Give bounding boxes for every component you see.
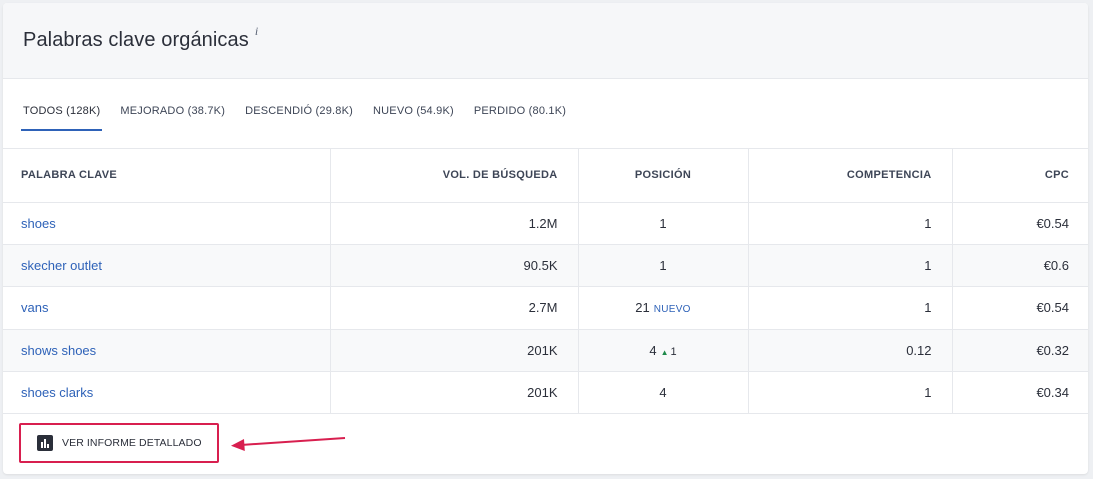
- info-icon[interactable]: i: [255, 24, 258, 39]
- cpc-cell: €0.54: [951, 286, 1088, 330]
- position-value: 21: [635, 300, 650, 316]
- view-report-label: VER INFORME DETALLADO: [62, 437, 202, 450]
- volume-cell: 90.5K: [329, 244, 578, 288]
- annotation-arrow-icon: [231, 437, 346, 452]
- tab-mejorado[interactable]: MEJORADO (38.7K): [118, 105, 227, 129]
- position-value: 1: [659, 258, 667, 274]
- header-keyword[interactable]: PALABRA CLAVE: [3, 149, 330, 203]
- position-change: 1: [670, 345, 677, 358]
- competition-cell: 1: [747, 286, 952, 330]
- table-row: shows shoes 201K 4 ▲ 1 0.12 €0.32: [3, 329, 1088, 373]
- volume-cell: 201K: [329, 329, 578, 373]
- volume-cell: 1.2M: [329, 202, 578, 245]
- position-cell: 4 ▲ 1: [577, 329, 748, 373]
- keyword-cell: shoes clarks: [3, 371, 330, 415]
- cpc-cell: €0.6: [951, 244, 1088, 288]
- header-volume[interactable]: VOL. DE BÚSQUEDA: [329, 149, 578, 203]
- position-cell: 1: [577, 244, 748, 288]
- header-competition[interactable]: COMPETENCIA: [747, 149, 952, 203]
- competition-cell: 1: [747, 244, 952, 288]
- new-badge: NUEVO: [653, 304, 691, 316]
- position-value: 4: [649, 342, 657, 358]
- card-footer: VER INFORME DETALLADO: [3, 414, 1088, 472]
- table-row: vans 2.7M 21 NUEVO 1 €0.54: [3, 286, 1088, 330]
- competition-cell: 0.12: [747, 329, 952, 373]
- header-cpc[interactable]: CPC: [951, 149, 1088, 203]
- position-cell: 1: [577, 202, 748, 245]
- table-row: shoes 1.2M 1 1 €0.54: [3, 202, 1088, 245]
- position-value: 4: [659, 385, 667, 401]
- position-value: 1: [659, 215, 667, 231]
- competition-cell: 1: [747, 202, 952, 245]
- table-row: skecher outlet 90.5K 1 1 €0.6: [3, 244, 1088, 288]
- volume-cell: 2.7M: [329, 286, 578, 330]
- competition-cell: 1: [747, 371, 952, 415]
- organic-keywords-card: Palabras clave orgánicas i TODOS (128K) …: [3, 3, 1088, 474]
- position-cell: 4: [577, 371, 748, 415]
- keyword-cell: vans: [3, 286, 330, 330]
- bar-chart-icon: [37, 435, 53, 452]
- keyword-cell: shows shoes: [3, 329, 330, 373]
- tab-descendio[interactable]: DESCENDIÓ (29.8K): [243, 105, 355, 129]
- keyword-link[interactable]: shoes: [21, 216, 56, 231]
- position-cell: 21 NUEVO: [577, 286, 748, 330]
- tab-todos[interactable]: TODOS (128K): [21, 105, 103, 131]
- cpc-cell: €0.32: [951, 329, 1088, 373]
- keyword-cell: skecher outlet: [3, 244, 330, 288]
- card-header: Palabras clave orgánicas i: [3, 3, 1088, 79]
- keywords-table: PALABRA CLAVE VOL. DE BÚSQUEDA POSICIÓN …: [3, 149, 1088, 415]
- keyword-link[interactable]: vans: [21, 300, 48, 315]
- position-trend: ▲ 1: [661, 346, 677, 358]
- keyword-link[interactable]: skecher outlet: [21, 258, 102, 273]
- arrow-up-icon: ▲: [660, 347, 669, 357]
- keyword-tabs: TODOS (128K) MEJORADO (38.7K) DESCENDIÓ …: [3, 79, 1088, 149]
- keyword-link[interactable]: shoes clarks: [21, 385, 93, 400]
- cpc-cell: €0.34: [951, 371, 1088, 415]
- cpc-cell: €0.54: [951, 202, 1088, 245]
- tab-nuevo[interactable]: NUEVO (54.9K): [371, 105, 456, 129]
- card-title: Palabras clave orgánicas: [23, 29, 249, 51]
- table-row: shoes clarks 201K 4 1 €0.34: [3, 371, 1088, 415]
- view-report-button[interactable]: VER INFORME DETALLADO: [19, 423, 219, 464]
- keyword-link[interactable]: shows shoes: [21, 343, 96, 358]
- tab-perdido[interactable]: PERDIDO (80.1K): [472, 105, 568, 129]
- header-position[interactable]: POSICIÓN: [577, 149, 748, 203]
- keyword-cell: shoes: [3, 202, 330, 245]
- volume-cell: 201K: [329, 371, 578, 415]
- table-header-row: PALABRA CLAVE VOL. DE BÚSQUEDA POSICIÓN …: [3, 149, 1088, 203]
